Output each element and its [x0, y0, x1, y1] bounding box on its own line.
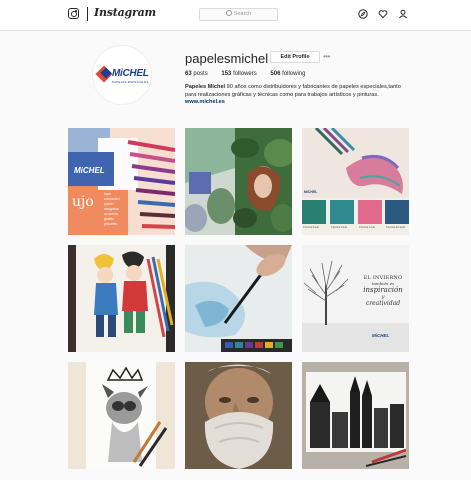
post-3-image: [302, 128, 409, 224]
post-3-caption: Técnica del lápiz: [386, 226, 406, 229]
person-icon[interactable]: [398, 9, 408, 19]
post-thumbnail-4[interactable]: [68, 245, 175, 352]
following-stat[interactable]: 506 following: [270, 71, 305, 77]
top-navigation-bar: Instagram Search: [0, 0, 471, 31]
post-1-word: ujo: [72, 194, 94, 210]
avatar-subtitle: PAPELES ESPECIALES: [112, 80, 149, 84]
following-count: 506: [270, 71, 281, 77]
post-1-image: [68, 128, 175, 235]
compass-icon[interactable]: [358, 9, 368, 19]
profile-avatar[interactable]: MiCHEL PAPELES ESPECIALES: [92, 45, 152, 105]
heart-icon[interactable]: [378, 9, 388, 19]
post-thumbnail-7[interactable]: [68, 362, 175, 469]
bio-name: Papeles Michel: [185, 84, 226, 90]
post-thumbnail-9[interactable]: [302, 362, 409, 469]
profile-bio: Papeles Michel 90 años como distribuidor…: [185, 84, 405, 107]
post-3-caption: Técnica lineal: [331, 226, 347, 229]
post-6-line: inspiración: [363, 286, 403, 294]
post-thumbnail-2[interactable]: [185, 128, 292, 235]
posts-label: posts: [193, 71, 208, 77]
post-8-image: [185, 362, 292, 469]
instagram-wordmark[interactable]: Instagram: [94, 6, 156, 19]
post-thumbnail-5[interactable]: [185, 245, 292, 352]
followers-stat[interactable]: 153 followers: [221, 71, 256, 77]
logo-divider: [87, 7, 88, 21]
search-placeholder: Search: [233, 11, 252, 17]
profile-stats: 63 posts 153 followers 506 following: [185, 71, 317, 77]
avatar-brand: MiCHEL: [112, 68, 149, 79]
post-6-quote: EL INVIERNO también es inspiración y cre…: [358, 275, 408, 307]
search-input[interactable]: Search: [199, 8, 278, 21]
followers-count: 153: [221, 71, 232, 77]
post-5-image: [185, 245, 292, 352]
post-thumbnail-1[interactable]: MiCHEL ujo lapo rotulación pastel sangui…: [68, 128, 175, 235]
posts-count: 63: [185, 71, 192, 77]
post-6-brand: MiCHEL: [372, 333, 390, 338]
post-7-image: [68, 362, 175, 469]
post-2-image: [185, 128, 292, 235]
options-icon[interactable]: •••: [323, 52, 330, 61]
post-9-image: [302, 362, 409, 469]
post-1-list-item: pinceles: [104, 222, 118, 226]
profile-username: papelesmichel: [185, 51, 269, 66]
instagram-camera-icon[interactable]: [68, 8, 79, 19]
post-4-image: [68, 245, 175, 352]
post-thumbnail-8[interactable]: [185, 362, 292, 469]
post-3-brand: MiCHEL: [304, 190, 318, 194]
post-3-caption: Técnica lineal: [303, 226, 319, 229]
posts-stat: 63 posts: [185, 71, 208, 77]
post-1-brand: MiCHEL: [74, 166, 105, 175]
post-6-line: creatividad: [365, 300, 401, 307]
post-3-caption: Técnica mixta: [359, 226, 375, 229]
bio-link[interactable]: www.michel.es: [185, 99, 225, 105]
following-label: following: [282, 71, 306, 77]
search-icon: [225, 10, 232, 16]
edit-profile-button[interactable]: Edit Profile: [270, 51, 320, 63]
post-1-list: lapo rotulación pastel sanguina acuarela…: [104, 192, 120, 227]
followers-label: followers: [233, 71, 257, 77]
post-thumbnail-3[interactable]: MiCHEL Técnica lineal Técnica lineal Téc…: [302, 128, 409, 235]
post-thumbnail-6[interactable]: EL INVIERNO también es inspiración y cre…: [302, 245, 409, 352]
